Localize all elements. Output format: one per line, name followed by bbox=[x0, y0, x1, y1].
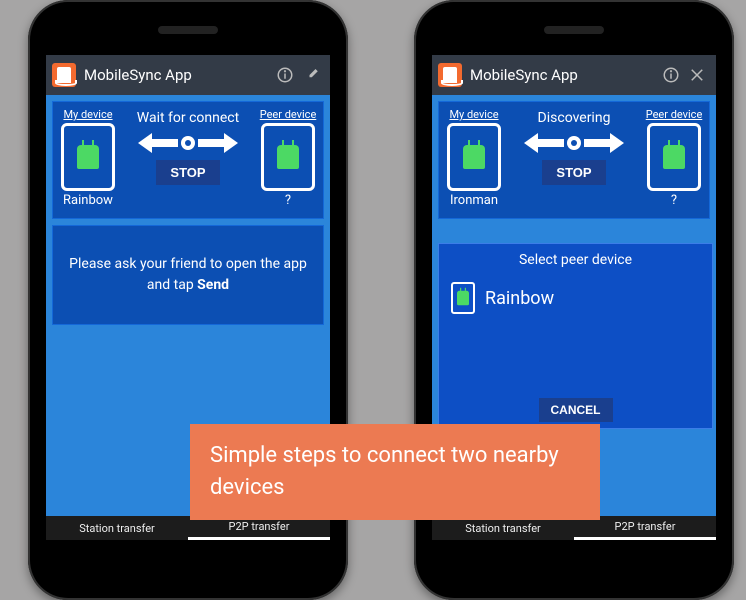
connect-panel: My device Rainbow Wait for connect STOP bbox=[52, 101, 324, 219]
status-col: Wait for connect STOP bbox=[119, 108, 257, 185]
earpiece bbox=[544, 26, 604, 34]
my-device-icon bbox=[447, 123, 501, 191]
stop-button[interactable]: STOP bbox=[156, 160, 219, 185]
arrows-icon bbox=[119, 128, 257, 158]
my-device-label: My device bbox=[443, 108, 505, 121]
peer-device-label: Peer device bbox=[257, 108, 319, 121]
app-icon bbox=[438, 63, 462, 87]
action-bar: MobileSync App bbox=[46, 55, 330, 95]
stop-button[interactable]: STOP bbox=[542, 160, 605, 185]
info-icon[interactable] bbox=[658, 62, 684, 88]
status-text: Wait for connect bbox=[119, 110, 257, 126]
peer-device-col: Peer device ? bbox=[643, 108, 705, 208]
peer-device-col: Peer device ? bbox=[257, 108, 319, 208]
app-icon bbox=[52, 63, 76, 87]
peer-device-icon bbox=[647, 123, 701, 191]
peer-item-name: Rainbow bbox=[485, 288, 554, 309]
wrench-icon[interactable] bbox=[298, 62, 324, 88]
message-bold: Send bbox=[197, 277, 229, 293]
my-device-name: Ironman bbox=[443, 193, 505, 208]
my-device-name: Rainbow bbox=[57, 193, 119, 208]
my-device-col: My device Rainbow bbox=[57, 108, 119, 208]
info-icon[interactable] bbox=[272, 62, 298, 88]
connect-panel: My device Ironman Discovering STOP bbox=[438, 101, 710, 219]
tab-station[interactable]: Station transfer bbox=[46, 516, 188, 540]
caption-banner: Simple steps to connect two nearby devic… bbox=[190, 424, 600, 520]
cancel-button[interactable]: CANCEL bbox=[539, 398, 613, 422]
peer-list-item[interactable]: Rainbow bbox=[445, 278, 706, 318]
peer-device-label: Peer device bbox=[643, 108, 705, 121]
status-text: Discovering bbox=[505, 110, 643, 126]
my-device-col: My device Ironman bbox=[443, 108, 505, 208]
my-device-icon bbox=[61, 123, 115, 191]
peer-device-name: ? bbox=[643, 193, 705, 208]
arrows-icon bbox=[505, 128, 643, 158]
earpiece bbox=[158, 26, 218, 34]
settings-icon[interactable] bbox=[684, 62, 710, 88]
message-panel: Please ask your friend to open the app a… bbox=[52, 225, 324, 325]
peer-device-icon bbox=[261, 123, 315, 191]
message-text: Please ask your friend to open the app a… bbox=[69, 256, 307, 293]
my-device-label: My device bbox=[57, 108, 119, 121]
action-bar: MobileSync App bbox=[432, 55, 716, 95]
app-title: MobileSync App bbox=[84, 66, 272, 84]
app-title: MobileSync App bbox=[470, 66, 658, 84]
peer-device-name: ? bbox=[257, 193, 319, 208]
status-col: Discovering STOP bbox=[505, 108, 643, 185]
peer-item-icon bbox=[451, 282, 475, 314]
select-peer-dialog: Select peer device Rainbow CANCEL bbox=[438, 243, 713, 429]
dialog-title: Select peer device bbox=[445, 252, 706, 268]
